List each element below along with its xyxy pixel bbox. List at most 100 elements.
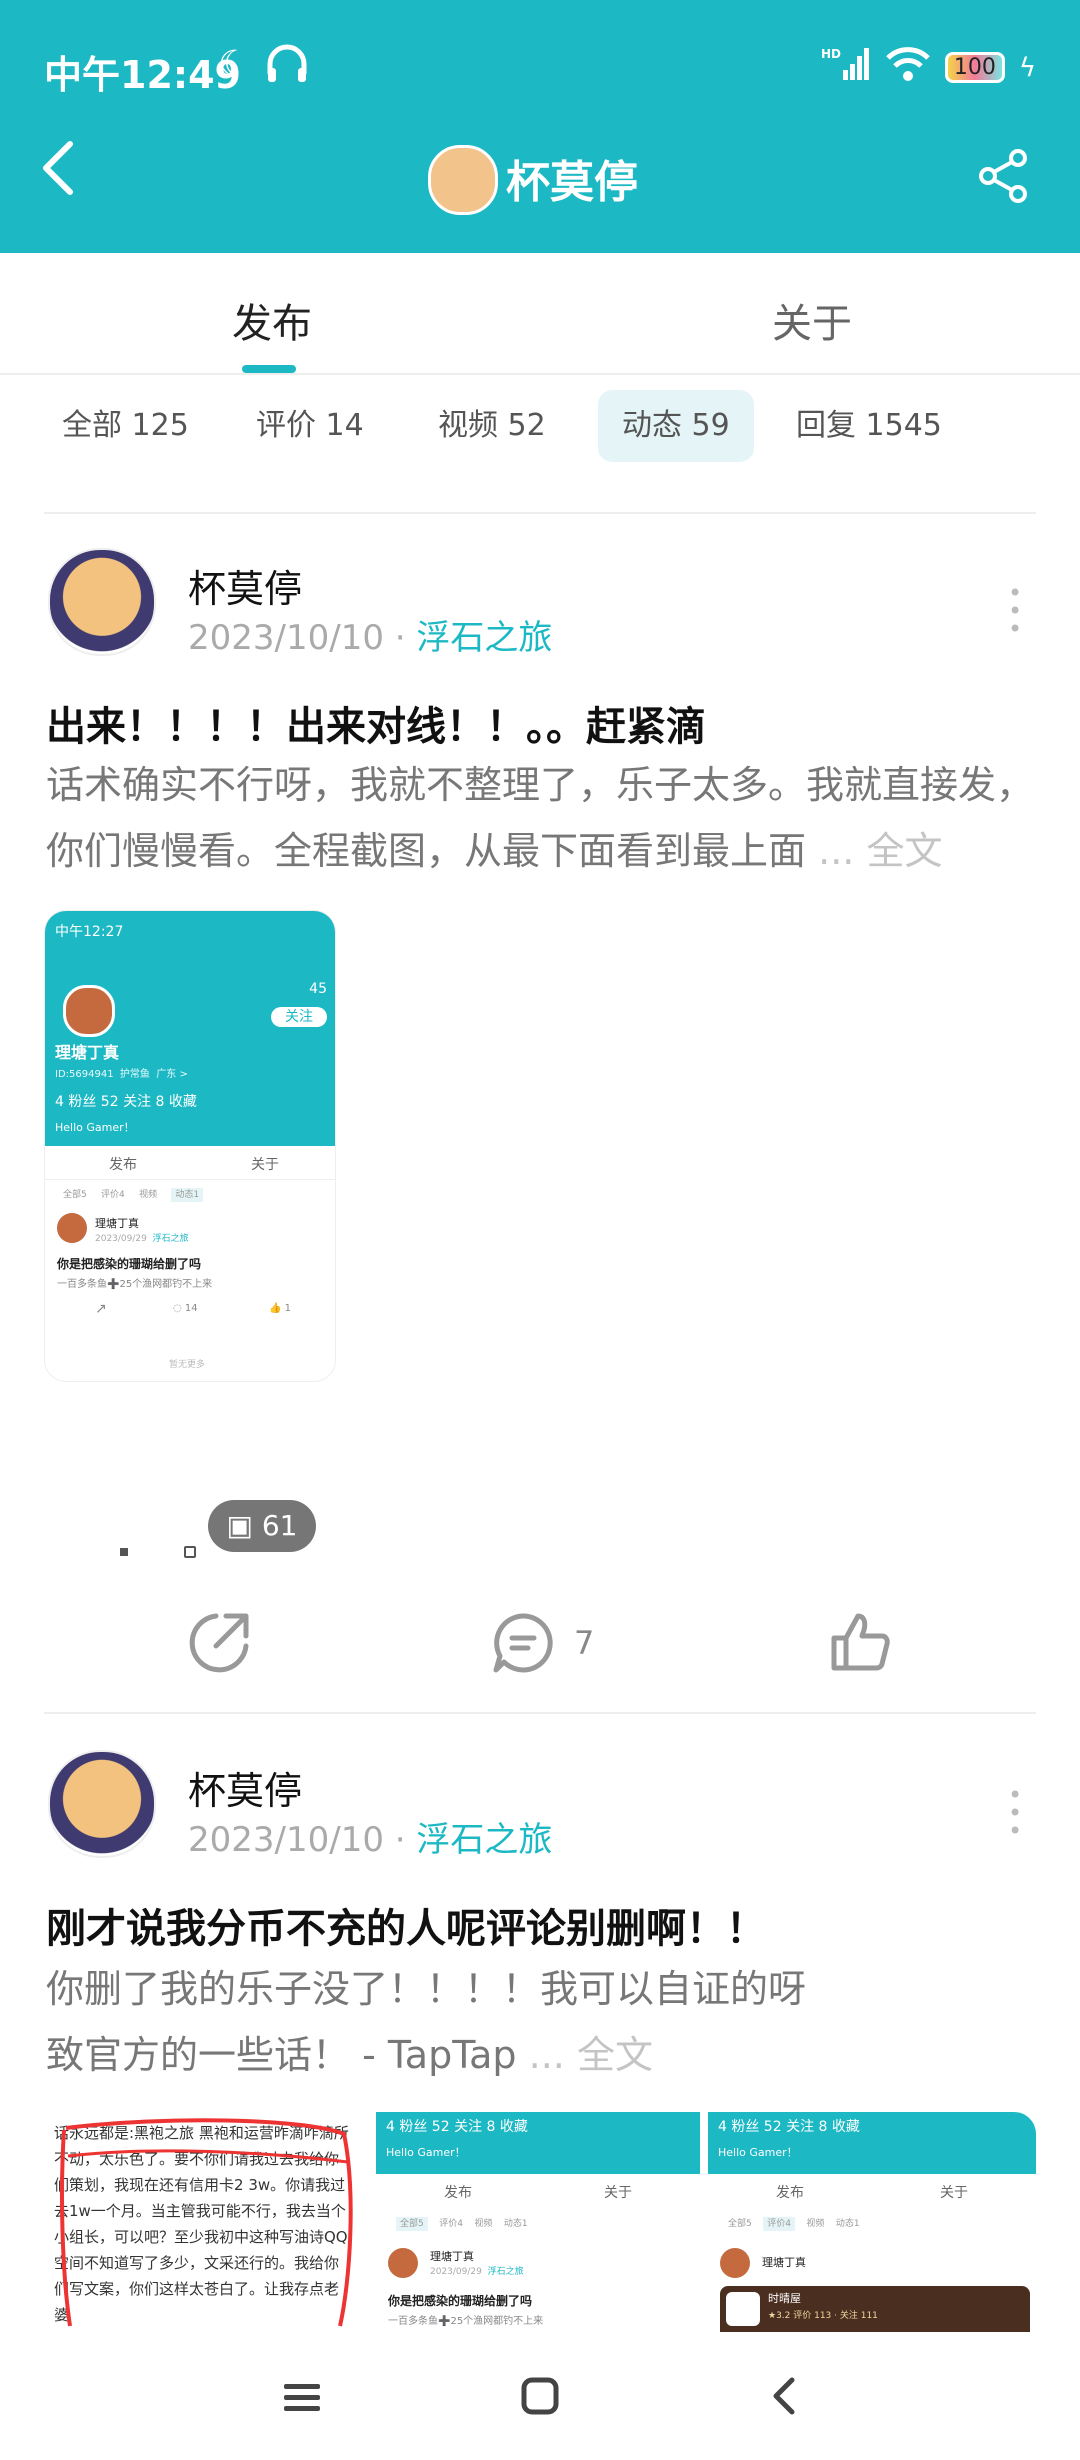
charging-icon: ϟ: [1018, 52, 1036, 83]
thumb-likes: 45: [309, 981, 327, 997]
like-button[interactable]: [830, 1612, 890, 1676]
wifi-icon: [885, 46, 931, 89]
post-image[interactable]: 中午12:27 45 关注 理塘丁真 ID:5694941 护常鱼 广东 > 4…: [44, 910, 336, 1382]
thumb2-date: 2023/09/29: [430, 2267, 482, 2277]
post-title[interactable]: 出来！！！！出来对线！！。。赶紧滴: [46, 694, 706, 752]
status-time: 中午12:49: [44, 53, 241, 97]
meta-dot: ·: [394, 618, 406, 658]
share-button[interactable]: [976, 148, 1032, 204]
battery-icon: 100: [944, 52, 1005, 83]
thumb-region: 广东 >: [156, 1069, 188, 1080]
thumb-post-meta: 2023/09/29 浮石之旅: [95, 1231, 189, 1244]
tab-about[interactable]: 关于: [772, 291, 852, 349]
red-circle-annotation: [60, 2118, 353, 2327]
post-date: 2023/10/10: [188, 618, 384, 658]
profile-avatar: [428, 145, 498, 215]
thumb2-tab-publish: 发布: [444, 2185, 472, 2201]
thumb3-header: 4 粉丝 52 关注 8 收藏 Hello Gamer！: [708, 2112, 1036, 2174]
thumb2-f4: 动态1: [503, 2219, 528, 2229]
home-icon[interactable]: [520, 2372, 560, 2428]
thumb2-meta: 2023/09/29 浮石之旅: [430, 2264, 524, 2277]
thumb-like-count: 1: [284, 1303, 292, 1314]
post-text-line-2-text: 致官方的一些话！ - TapTap: [46, 2033, 517, 2077]
thumb-post-sub: 一百多条鱼➕25个渔网都钓不上来: [57, 1279, 213, 1290]
thumb3-f1: 全部5: [728, 2219, 752, 2229]
menu-icon[interactable]: [282, 2372, 322, 2428]
thumb-no-more: 暂无更多: [169, 1360, 206, 1370]
post-image-2[interactable]: 4 粉丝 52 关注 8 收藏 Hello Gamer！ 发布 关于 全部5 评…: [376, 2112, 700, 2332]
filter-reviews[interactable]: 评价 14: [232, 390, 388, 462]
thumb-divider: [45, 1179, 335, 1180]
image-count: 61: [261, 1509, 298, 1542]
repost-icon: [189, 1613, 249, 1673]
post-topic-link[interactable]: 浮石之旅: [416, 1820, 552, 1860]
thumb-post-title: 你是把感染的珊瑚给删了吗: [57, 1257, 202, 1271]
mini-nav-home-icon: [184, 1546, 196, 1558]
thumb-repost-icon: ↗: [95, 1301, 107, 1317]
thumb3-game-icon: [726, 2292, 760, 2326]
post-author-name[interactable]: 杯莫停: [188, 1760, 302, 1815]
post-excerpt[interactable]: 话术确实不行呀，我就不整理了，乐子太多。我就直接发，你们慢慢看。全程截图，从最下…: [46, 752, 1036, 884]
thumb-comment-count: 14: [184, 1303, 198, 1314]
filter-chips: 全部 125 评价 14 视频 52 动态 59 回复 1545: [0, 380, 1080, 500]
post-image-1[interactable]: 话永远都是:黑袍之旅 黑袍和运营昨滴咋滴所不动，太乐色了。要不你们请我过去我给你…: [44, 2112, 360, 2332]
post-topic-link[interactable]: 浮石之旅: [416, 618, 552, 658]
thumb-stats: 4 粉丝 52 关注 8 收藏: [55, 1094, 197, 1110]
profile-tabs: 发布 关于: [0, 253, 1080, 375]
post-text-line-2: 致官方的一些话！ - TapTap ... 全文: [46, 2022, 1036, 2088]
thumb-post-avatar: [57, 1213, 87, 1243]
image-count-badge[interactable]: ▣ 61: [208, 1500, 316, 1552]
filter-videos[interactable]: 视频 52: [414, 390, 570, 462]
thumb3-game-name: 时晴屋: [768, 2292, 801, 2305]
post-meta: 2023/10/10 · 浮石之旅: [188, 1812, 552, 1861]
tab-publish[interactable]: 发布: [232, 291, 312, 349]
svg-text:HD: HD: [821, 47, 841, 61]
thumb-id-text: ID:5694941: [55, 1069, 114, 1080]
full-text-link[interactable]: 全文: [577, 2033, 653, 2077]
like-icon: [831, 1613, 890, 1671]
thumb2-topic: 浮石之旅: [487, 2267, 524, 2277]
signal-icon: HD: [821, 46, 871, 89]
thumb3-rating: ★3.2 评价 113 · 关注 111: [768, 2311, 878, 2321]
thumb2-avatar: [388, 2248, 418, 2278]
thumb2-f2: 评价4: [439, 2219, 463, 2229]
full-text-link[interactable]: 全文: [866, 829, 942, 873]
post-author-avatar[interactable]: [48, 1750, 156, 1858]
tab-indicator: [242, 365, 296, 373]
thumb3-filters: 全部5 评价4 视频 动态1: [728, 2216, 860, 2231]
thumb-follow: 关注: [271, 1007, 327, 1027]
thumb-tab-publish: 发布: [109, 1157, 137, 1173]
thumb2-filters: 全部5 评价4 视频 动态1: [396, 2216, 528, 2231]
nav-back-icon[interactable]: [770, 2372, 798, 2428]
more-icon[interactable]: • • •: [1008, 1783, 1022, 1843]
post-date: 2023/10/10: [188, 1820, 384, 1860]
thumb-time: 中午12:27: [55, 924, 124, 940]
post-title[interactable]: 刚才说我分币不充的人呢评论别删啊！！: [46, 1896, 766, 1954]
comment-count: 7: [574, 1624, 595, 1662]
thumb3-tab-about: 关于: [940, 2185, 968, 2201]
filter-replies[interactable]: 回复 1545: [772, 390, 966, 462]
thumb2-name: 理塘丁真: [430, 2250, 474, 2263]
comment-button[interactable]: 7: [492, 1612, 594, 1674]
status-icons: HD 100 ϟ: [821, 46, 1036, 89]
thumb3-tab-publish: 发布: [776, 2185, 804, 2201]
thumb-name: 理塘丁真: [55, 1043, 120, 1062]
post-author-name[interactable]: 杯莫停: [188, 558, 302, 613]
thumb2-stats: 4 粉丝 52 关注 8 收藏: [386, 2119, 528, 2135]
post-author-avatar[interactable]: [48, 548, 156, 656]
filter-all[interactable]: 全部 125: [38, 390, 213, 462]
repost-button[interactable]: [186, 1610, 252, 1680]
back-button[interactable]: [40, 140, 76, 206]
filter-moments[interactable]: 动态 59: [598, 390, 754, 462]
post-excerpt[interactable]: 你删了我的乐子没了！！！！我可以自证的呀 致官方的一些话！ - TapTap .…: [46, 1956, 1036, 2088]
more-icon[interactable]: • • •: [1008, 581, 1022, 641]
thumb3-f4: 动态1: [835, 2219, 860, 2229]
thumb-header: 中午12:27 45 关注 理塘丁真 ID:5694941 护常鱼 广东 > 4…: [45, 911, 335, 1146]
thumb-comments: ◌ 14: [173, 1303, 198, 1314]
mini-nav-menu-icon: [120, 1548, 128, 1556]
moon-icon: ☾: [218, 44, 251, 85]
thumb-filters: 全部5 评价4 视频 动态1: [63, 1187, 204, 1202]
post-image-3[interactable]: 4 粉丝 52 关注 8 收藏 Hello Gamer！ 发布 关于 全部5 评…: [708, 2112, 1036, 2332]
thumb-avatar: [63, 985, 115, 1037]
thumb3-game-card: 时晴屋 ★3.2 评价 113 · 关注 111: [720, 2286, 1030, 2332]
